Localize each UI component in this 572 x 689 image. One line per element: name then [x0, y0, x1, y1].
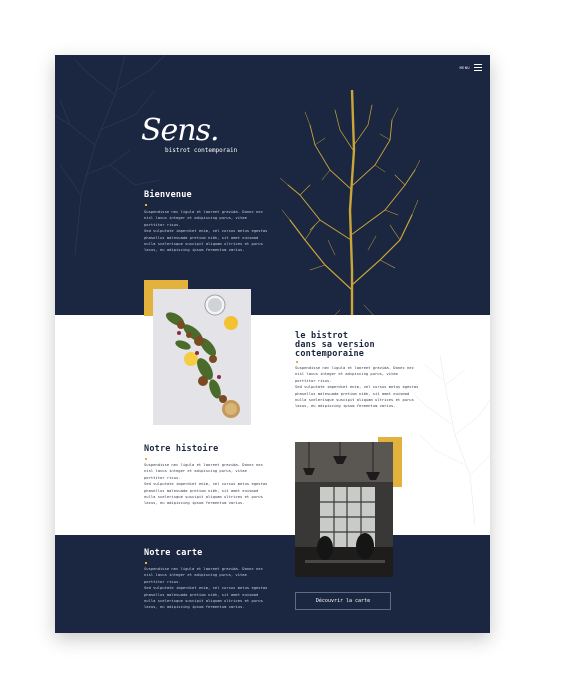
menu-toggle[interactable]: MENU	[460, 64, 482, 71]
bistrot-section: le bistrot dans sa version contemporaine…	[55, 315, 490, 535]
histoire-paragraph: Sed vulputate imperdiet enim, vel cursus…	[144, 481, 268, 506]
carte-title: Notre carte	[144, 548, 203, 558]
histoire-paragraph: Suspendisse nec ligula et laoreet gravid…	[144, 462, 263, 480]
gold-tree-illustration	[280, 90, 420, 350]
bistrot-title-line: contemporaine	[295, 349, 365, 359]
welcome-paragraph: Sed vulputate imperdiet enim, vel cursus…	[144, 228, 268, 253]
welcome-dot	[145, 204, 147, 206]
bistrot-text: Suspendisse nec ligula et laoreet gravid…	[295, 365, 420, 410]
menu-label: MENU	[459, 65, 470, 70]
histoire-text: Suspendisse nec ligula et laoreet gravid…	[144, 462, 269, 507]
bistrot-title: le bistrot dans sa version contemporaine	[295, 332, 375, 359]
discover-menu-button[interactable]: Découvrir la carte	[295, 592, 391, 610]
carte-dot	[145, 562, 147, 564]
histoire-dot	[145, 458, 147, 460]
carte-paragraph: Suspendisse nec ligula et laoreet gravid…	[144, 566, 263, 584]
food-photo	[153, 289, 251, 425]
bistrot-dot	[296, 361, 298, 363]
bare-tree-illustration-right	[415, 355, 490, 525]
cafe-photo-image	[295, 442, 393, 577]
histoire-title: Notre histoire	[144, 444, 219, 454]
carte-text: Suspendisse nec ligula et laoreet gravid…	[144, 566, 269, 611]
brand-tagline: bistrot contemporain	[165, 147, 238, 154]
brand-logo: Sens.	[141, 113, 220, 148]
hamburger-icon[interactable]	[474, 64, 482, 71]
welcome-text: Suspendisse nec ligula et laoreet gravid…	[144, 209, 269, 254]
website-mockup: MENU Sens. bistrot contemporain Bienvenu…	[55, 55, 490, 633]
cafe-photo	[295, 442, 393, 577]
welcome-paragraph: Suspendisse nec ligula et laoreet gravid…	[144, 209, 263, 227]
carte-paragraph: Sed vulputate imperdiet enim, vel cursus…	[144, 585, 268, 610]
food-photo-image	[153, 289, 251, 425]
welcome-title: Bienvenue	[144, 190, 192, 200]
carte-section: Notre carte Suspendisse nec ligula et la…	[55, 535, 490, 633]
bistrot-paragraph: Sed vulputate imperdiet enim, vel cursus…	[295, 384, 419, 409]
bistrot-paragraph: Suspendisse nec ligula et laoreet gravid…	[295, 365, 414, 383]
hero-section: MENU Sens. bistrot contemporain Bienvenu…	[55, 55, 490, 350]
